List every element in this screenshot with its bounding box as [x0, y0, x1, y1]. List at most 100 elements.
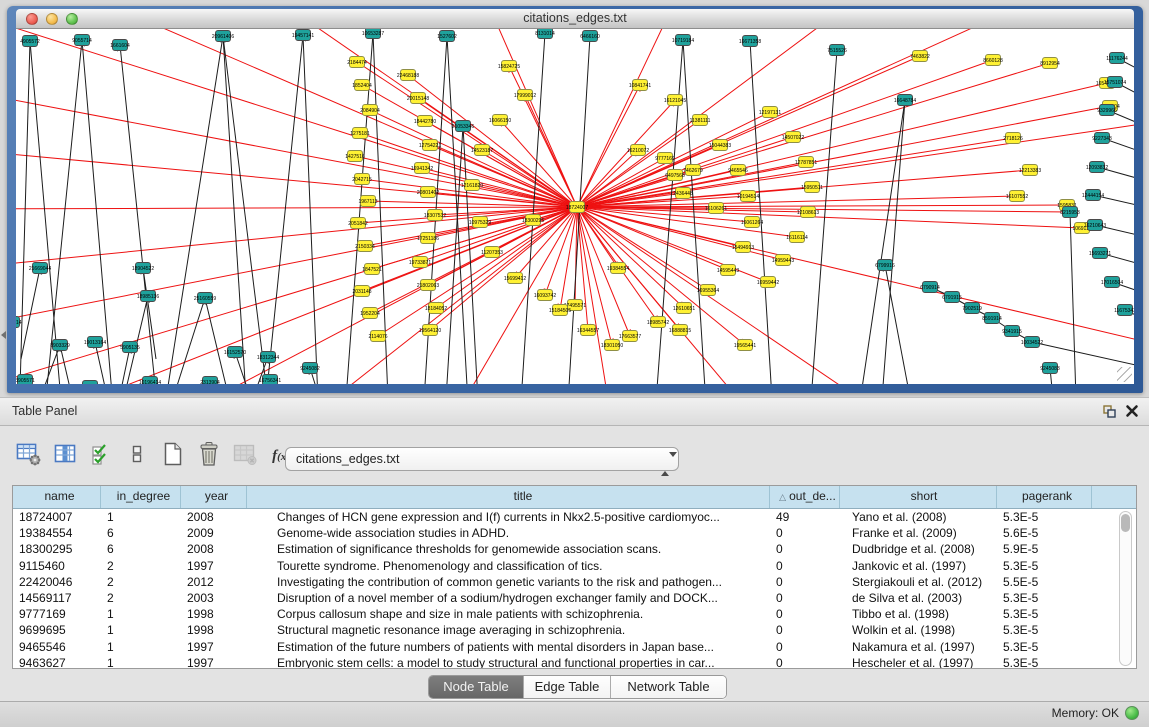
graph-node[interactable]: 16756341 [259, 375, 281, 385]
table-row[interactable]: 1456911722003Disruption of a novel membe… [13, 590, 1136, 606]
graph-node[interactable]: 10196414 [139, 377, 161, 385]
graph-node[interactable]: 8591914 [982, 313, 1002, 324]
column-header-name[interactable]: name [13, 486, 101, 508]
graph-node[interactable]: 1427516 [345, 151, 365, 162]
graph-edge[interactable] [16, 207, 577, 384]
graph-node[interactable]: 12108613 [797, 207, 819, 218]
graph-edge[interactable] [16, 207, 577, 384]
graph-node[interactable]: 18312344 [257, 352, 279, 363]
graph-node[interactable]: 7515526 [827, 45, 847, 56]
graph-node[interactable]: 14595443 [717, 265, 739, 276]
graph-node[interactable]: 12093832 [1086, 162, 1108, 173]
graph-node[interactable]: 18307532 [424, 210, 446, 221]
graph-node[interactable]: 6790914 [920, 282, 940, 293]
table-row[interactable]: 977716911998Corpus callosum shape and si… [13, 606, 1136, 622]
delete-column-button[interactable] [194, 440, 224, 472]
graph-node[interactable]: 12444154 [1082, 190, 1104, 201]
graph-node[interactable]: 8903329 [50, 340, 70, 351]
scrollbar-thumb[interactable] [1121, 514, 1130, 532]
graph-node[interactable]: 16955364 [697, 285, 719, 296]
graph-node[interactable]: 17016504 [1101, 277, 1123, 288]
graph-node[interactable]: 16061264 [741, 217, 763, 228]
graph-node[interactable]: 1847521 [362, 264, 382, 275]
graph-node[interactable]: 1661604 [110, 40, 130, 51]
graph-node[interactable]: 2150334 [355, 241, 375, 252]
graph-edge[interactable] [20, 41, 30, 384]
table-row[interactable]: 2242004622012Investigating the contribut… [13, 574, 1136, 590]
graph-node[interactable]: 8912954 [1040, 58, 1060, 69]
graph-node[interactable]: 9341915 [1002, 326, 1022, 337]
graph-node[interactable]: 12213383 [1019, 165, 1041, 176]
graph-node[interactable]: 16093742 [534, 290, 556, 301]
table-selector-dropdown[interactable]: citations_edges.txt [285, 447, 679, 471]
resize-grip-icon[interactable] [1117, 367, 1132, 382]
graph-node[interactable]: 21053346 [452, 121, 474, 132]
graph-node[interactable]: 6791915 [942, 292, 962, 303]
graph-node[interactable]: 2436448 [673, 188, 693, 199]
table-row[interactable]: 911546021997Tourette syndrome. Phenomeno… [13, 558, 1136, 574]
show-column-button[interactable] [50, 440, 80, 472]
graph-node[interactable]: 14507022 [782, 132, 804, 143]
graph-node[interactable]: 25160559 [194, 293, 216, 304]
graph-edge[interactable] [521, 33, 545, 384]
tab-network-table[interactable]: Network Table [611, 676, 726, 698]
graph-edge[interactable] [885, 265, 916, 384]
graph-node[interactable]: 2718126 [1003, 133, 1023, 144]
delete-table-button[interactable] [230, 440, 260, 472]
graph-node[interactable]: 19384554 [607, 263, 629, 274]
graph-node[interactable]: 2042715 [352, 174, 372, 185]
graph-edge[interactable] [16, 207, 577, 209]
graph-edge[interactable] [16, 207, 577, 329]
table-row[interactable]: 969969511998Structural magnetic resonanc… [13, 622, 1136, 638]
graph-edge[interactable] [577, 207, 916, 384]
graph-node[interactable]: 21669044 [29, 263, 51, 274]
select-columns-button[interactable] [86, 440, 116, 472]
graph-node[interactable]: 9245082 [300, 363, 320, 374]
memory-indicator[interactable]: Memory: OK [1052, 706, 1139, 720]
graph-edge[interactable] [303, 35, 318, 384]
graph-node[interactable]: 18904522 [132, 263, 154, 274]
graph-node[interactable]: 14523187 [471, 145, 493, 156]
close-window-button[interactable] [26, 13, 38, 25]
graph-node[interactable]: 5905135 [120, 342, 140, 353]
graph-node[interactable]: 7463822 [910, 51, 930, 62]
column-header-in_degree[interactable]: in_degree [101, 486, 181, 508]
tab-node-table[interactable]: Node Table [429, 676, 524, 698]
graph-node[interactable]: 6497568 [665, 170, 685, 181]
graph-node[interactable]: 2084904 [360, 105, 380, 116]
graph-node[interactable]: 22468188 [397, 70, 419, 81]
graph-edge[interactable] [120, 45, 156, 384]
graph-edge[interactable] [577, 29, 1036, 207]
graph-edge[interactable] [46, 40, 82, 384]
graph-node[interactable]: 18985742 [647, 317, 669, 328]
graph-node[interactable]: 10841741 [629, 80, 651, 91]
graph-node[interactable]: 11675343 [1114, 305, 1134, 316]
network-window-titlebar[interactable]: citations_edges.txt [16, 9, 1134, 29]
graph-node[interactable]: 9227343 [1092, 133, 1112, 144]
graph-node[interactable]: 15950511 [801, 182, 823, 193]
graph-edge[interactable] [82, 40, 112, 384]
graph-node[interactable]: 9245083 [1040, 363, 1060, 374]
graph-node[interactable]: 18301050 [601, 340, 623, 351]
graph-edge[interactable] [176, 298, 205, 384]
graph-node[interactable]: 3911014 [16, 317, 22, 328]
graph-node[interactable]: 9046554 [80, 381, 100, 385]
graph-edge[interactable] [577, 207, 616, 384]
graph-node[interactable]: 3905571 [16, 375, 35, 385]
graph-node[interactable]: 6799916 [875, 260, 895, 271]
column-header-pagerank[interactable]: pagerank [997, 486, 1092, 508]
zoom-window-button[interactable] [66, 13, 78, 25]
splitter-collapse-icon[interactable] [1, 331, 6, 339]
graph-node[interactable]: 19013164 [84, 337, 106, 348]
graph-node[interactable]: 10719184 [672, 35, 694, 46]
graph-node[interactable]: 18300295 [522, 215, 544, 226]
graph-node[interactable]: 2051842 [348, 218, 368, 229]
graph-node[interactable]: 1852404 [352, 80, 372, 91]
graph-node[interactable]: 16210643 [1084, 220, 1106, 231]
graph-node[interactable]: 9465546 [728, 165, 748, 176]
graph-node[interactable]: 7462679 [683, 165, 703, 176]
graph-node[interactable]: 19565441 [734, 340, 756, 351]
graph-node[interactable]: 16959442 [757, 277, 779, 288]
graph-node[interactable]: 19457141 [292, 30, 314, 41]
graph-node[interactable]: 9055714 [72, 35, 92, 46]
